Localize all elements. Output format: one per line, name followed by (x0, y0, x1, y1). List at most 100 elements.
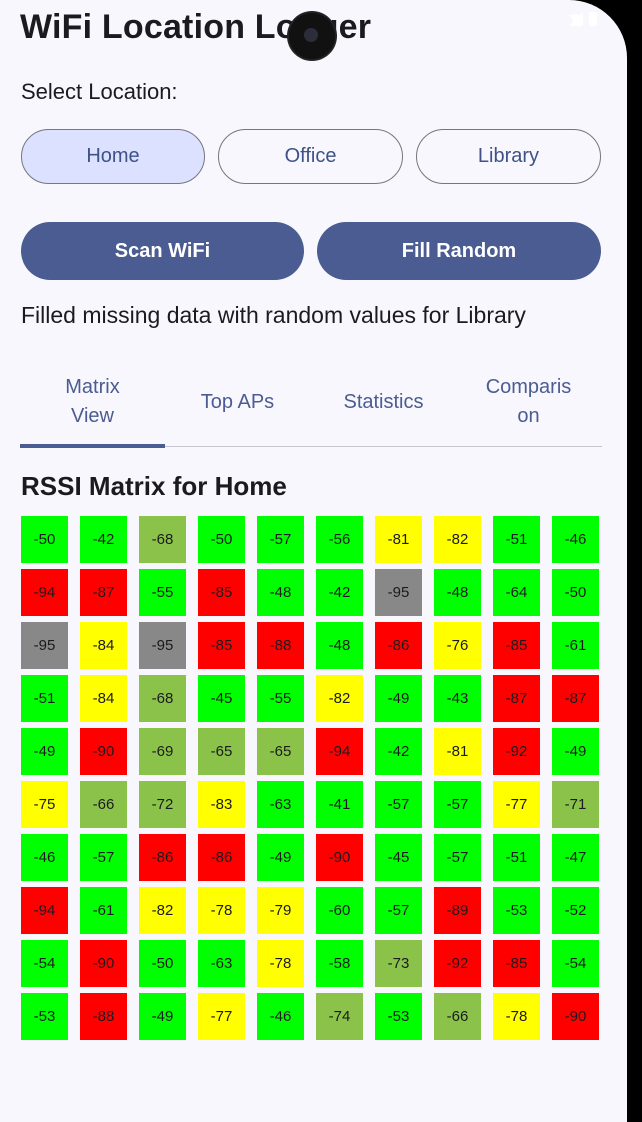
matrix-cell: -92 (493, 728, 540, 775)
matrix-cell: -66 (434, 993, 481, 1040)
matrix-cell: -85 (493, 622, 540, 669)
matrix-cell: -76 (434, 622, 481, 669)
matrix-cell: -42 (316, 569, 363, 616)
matrix-cell: -46 (257, 993, 304, 1040)
matrix-cell: -82 (139, 887, 186, 934)
matrix-cell: -43 (434, 675, 481, 722)
matrix-cell: -87 (80, 569, 127, 616)
matrix-cell: -57 (375, 781, 422, 828)
matrix-cell: -86 (139, 834, 186, 881)
matrix-cell: -50 (198, 516, 245, 563)
matrix-cell: -79 (257, 887, 304, 934)
rssi-matrix: -50 -42 -68 -50 -57 -56 -81 -82 -51 -46 -94 -87 -55-… (21, 516, 602, 1041)
fill-random-button[interactable]: Fill Random (317, 222, 601, 280)
matrix-cell: -49 (21, 728, 68, 775)
matrix-cell: -54 (552, 940, 599, 987)
matrix-cell: -85 (198, 622, 245, 669)
matrix-cell: -48 (257, 569, 304, 616)
matrix-cell: -63 (257, 781, 304, 828)
matrix-cell: -95 (375, 569, 422, 616)
matrix-cell: -90 (80, 728, 127, 775)
matrix-cell: -72 (139, 781, 186, 828)
matrix-cell: -92 (434, 940, 481, 987)
matrix-cell: -84 (80, 622, 127, 669)
matrix-cell: -52 (552, 887, 599, 934)
matrix-cell: -89 (434, 887, 481, 934)
tab-statistics-label: Statistics (343, 390, 424, 413)
app-screen: WiFi Location Logger Select Location: Ho… (0, 0, 627, 1122)
tab-matrix-view-label: Matrix View (65, 376, 120, 427)
matrix-cell: -48 (316, 622, 363, 669)
matrix-cell: -57 (80, 834, 127, 881)
matrix-cell: -57 (375, 887, 422, 934)
matrix-cell: -68 (139, 675, 186, 722)
matrix-cell: -94 (21, 569, 68, 616)
matrix-cell: -69 (139, 728, 186, 775)
matrix-cell: -57 (257, 516, 304, 563)
scan-wifi-button[interactable]: Scan WiFi (21, 222, 304, 280)
tab-statistics[interactable]: Statistics (311, 360, 456, 444)
matrix-cell: -81 (434, 728, 481, 775)
matrix-cell: -88 (257, 622, 304, 669)
matrix-cell: -78 (257, 940, 304, 987)
matrix-cell: -85 (198, 569, 245, 616)
matrix-cell: -50 (552, 569, 599, 616)
matrix-cell: -64 (493, 569, 540, 616)
tab-top-aps-label: Top APs (200, 390, 275, 413)
tab-bar: Matrix View Top APs Statistics Compariso… (20, 360, 602, 448)
matrix-cell: -75 (21, 781, 68, 828)
matrix-cell: -51 (21, 675, 68, 722)
matrix-cell: -77 (198, 993, 245, 1040)
matrix-cell: -53 (375, 993, 422, 1040)
matrix-cell: -63 (198, 940, 245, 987)
matrix-cell: -84 (80, 675, 127, 722)
matrix-cell: -60 (316, 887, 363, 934)
matrix-cell: -46 (21, 834, 68, 881)
matrix-cell: -90 (316, 834, 363, 881)
tab-indicator (20, 444, 165, 448)
matrix-cell: -57 (434, 781, 481, 828)
matrix-cell: -50 (21, 516, 68, 563)
matrix-cell: -55 (257, 675, 304, 722)
matrix-cell: -66 (80, 781, 127, 828)
matrix-cell: -49 (139, 993, 186, 1040)
tab-matrix-view[interactable]: Matrix View (20, 360, 165, 444)
cellular-status-icon (569, 12, 583, 26)
matrix-cell: -47 (552, 834, 599, 881)
location-office-button[interactable]: Office (218, 129, 403, 184)
matrix-cell: -49 (552, 728, 599, 775)
matrix-title: RSSI Matrix for Home (21, 471, 287, 501)
matrix-cell: -57 (434, 834, 481, 881)
location-library-button[interactable]: Library (416, 129, 601, 184)
matrix-cell: -56 (316, 516, 363, 563)
matrix-cell: -78 (493, 993, 540, 1040)
tab-comparison[interactable]: Comparison (456, 360, 601, 444)
matrix-cell: -50 (139, 940, 186, 987)
matrix-cell: -90 (80, 940, 127, 987)
matrix-cell: -45 (198, 675, 245, 722)
matrix-cell: -81 (375, 516, 422, 563)
battery-icon (589, 12, 597, 26)
matrix-cell: -94 (21, 887, 68, 934)
matrix-cell: -86 (198, 834, 245, 881)
matrix-cell: -95 (139, 622, 186, 669)
matrix-cell: -87 (493, 675, 540, 722)
select-location-label: Select Location: (21, 79, 178, 104)
location-home-button[interactable]: Home (21, 129, 205, 184)
matrix-cell: -74 (316, 993, 363, 1040)
matrix-cell: -54 (21, 940, 68, 987)
matrix-cell: -49 (257, 834, 304, 881)
matrix-cell: -53 (493, 887, 540, 934)
tab-comparison-label: Comparison (485, 376, 572, 427)
matrix-cell: -87 (552, 675, 599, 722)
tab-top-aps[interactable]: Top APs (165, 360, 310, 444)
matrix-cell: -95 (21, 622, 68, 669)
matrix-cell: -61 (552, 622, 599, 669)
matrix-cell: -68 (139, 516, 186, 563)
matrix-cell: -86 (375, 622, 422, 669)
matrix-cell: -53 (21, 993, 68, 1040)
matrix-cell: -41 (316, 781, 363, 828)
status-message: Filled missing data with random values f… (21, 302, 526, 328)
matrix-cell: -42 (375, 728, 422, 775)
matrix-cell: -42 (80, 516, 127, 563)
